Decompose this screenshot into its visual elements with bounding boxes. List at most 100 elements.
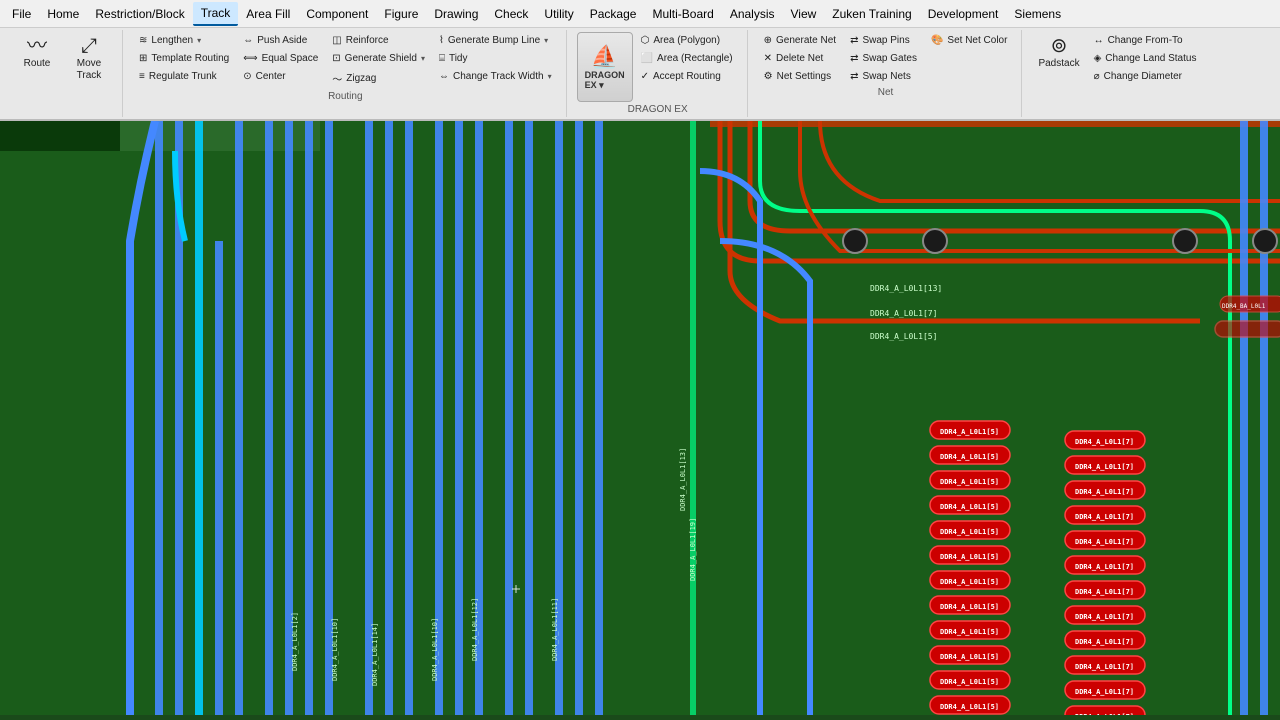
area-polygon-button[interactable]: ⬡ Area (Polygon) xyxy=(635,32,739,49)
ribbon-group-routing: ≋ Lengthen ▾ ⊞ Template Routing ≡ Regula… xyxy=(125,30,567,117)
menubar: File Home Restriction/Block Track Area F… xyxy=(0,0,1280,28)
tidy-button[interactable]: ⌸ Tidy xyxy=(433,50,558,67)
swap-nets-button[interactable]: ⇄ Swap Nets xyxy=(844,68,923,85)
push-aside-button[interactable]: ⇔ Push Aside xyxy=(237,32,324,49)
swap-pins-button[interactable]: ⇄ Swap Pins xyxy=(844,32,923,49)
lengthen-button[interactable]: ≋ Lengthen ▾ xyxy=(133,32,235,49)
push-aside-label: Push Aside xyxy=(257,35,307,46)
dragon-ex-group-label: DRAGON EX xyxy=(628,104,688,115)
generate-bump-line-button[interactable]: ⌇ Generate Bump Line ▾ xyxy=(433,32,558,49)
pcb-canvas[interactable]: DDR4_A_L0L1[5] DDR4_A_L0L1[5] DDR4_A_L0L… xyxy=(0,121,1280,715)
menubar-item-multi-board[interactable]: Multi-Board xyxy=(644,3,721,25)
svg-text:DDR4_A_L0L1[7]: DDR4_A_L0L1[7] xyxy=(1075,463,1134,471)
menubar-item-restriction-block[interactable]: Restriction/Block xyxy=(87,3,192,25)
route-button[interactable]: 〰 Route xyxy=(12,32,62,96)
svg-text:DDR4_A_L0L1[7]: DDR4_A_L0L1[7] xyxy=(1075,688,1134,696)
menubar-item-drawing[interactable]: Drawing xyxy=(426,3,486,25)
route-label: Route xyxy=(24,58,51,70)
template-routing-button[interactable]: ⊞ Template Routing xyxy=(133,50,235,67)
zigzag-icon: 〜 xyxy=(332,71,342,86)
svg-text:DDR4_A_L0L1[5]: DDR4_A_L0L1[5] xyxy=(940,528,999,536)
routing-small-group-4: ⌇ Generate Bump Line ▾ ⌸ Tidy ⇔ Change T… xyxy=(433,32,558,85)
tidy-icon: ⌸ xyxy=(439,53,445,64)
set-net-color-button[interactable]: 🎨 Set Net Color xyxy=(925,32,1013,49)
zigzag-button[interactable]: 〜 Zigzag xyxy=(326,68,431,89)
dragon-icon: ⛵ xyxy=(591,44,618,70)
area-rectangle-label: Area (Rectangle) xyxy=(657,53,733,64)
regulate-trunk-label: Regulate Trunk xyxy=(149,71,217,82)
routing-small-group-2: ⇔ Push Aside ⟺ Equal Space ⊙ Center xyxy=(237,32,324,85)
template-routing-icon: ⊞ xyxy=(139,53,147,64)
set-net-color-icon: 🎨 xyxy=(931,35,943,46)
menubar-item-analysis[interactable]: Analysis xyxy=(722,3,783,25)
swap-gates-button[interactable]: ⇄ Swap Gates xyxy=(844,50,923,67)
svg-text:DDR4_A_L0L1[2]: DDR4_A_L0L1[2] xyxy=(291,612,299,671)
swap-nets-label: Swap Nets xyxy=(862,71,910,82)
svg-text:DDR4_A_L0L1[13]: DDR4_A_L0L1[13] xyxy=(870,284,942,293)
generate-net-button[interactable]: ⊕ Generate Net xyxy=(758,32,842,49)
net-group-label: Net xyxy=(878,87,894,98)
svg-text:DDR4_A_L0L1[5]: DDR4_A_L0L1[5] xyxy=(940,653,999,661)
equal-space-button[interactable]: ⟺ Equal Space xyxy=(237,50,324,67)
tidy-label: Tidy xyxy=(449,53,468,64)
svg-text:DDR4_BA_L0L1: DDR4_BA_L0L1 xyxy=(1222,303,1266,310)
accept-routing-button[interactable]: ✓ Accept Routing xyxy=(635,68,739,85)
menubar-item-home[interactable]: Home xyxy=(39,3,87,25)
change-diameter-button[interactable]: ⌀ Change Diameter xyxy=(1088,68,1203,85)
push-aside-icon: ⇔ xyxy=(243,35,253,46)
area-rectangle-button[interactable]: ⬜ Area (Rectangle) xyxy=(635,50,739,67)
change-from-to-label: Change From-To xyxy=(1108,35,1183,46)
center-icon: ⊙ xyxy=(243,71,251,82)
dragon-ex-button[interactable]: ⛵ DRAGONEX ▾ xyxy=(577,32,633,102)
change-track-width-button[interactable]: ⇔ Change Track Width ▾ xyxy=(433,68,558,85)
delete-net-label: Delete Net xyxy=(776,53,823,64)
svg-text:DDR4_A_L0L1[10]: DDR4_A_L0L1[10] xyxy=(431,618,439,681)
center-button[interactable]: ⊙ Center xyxy=(237,68,324,85)
menubar-item-siemens[interactable]: Siemens xyxy=(1006,3,1069,25)
generate-shield-arrow: ▾ xyxy=(421,54,425,63)
change-track-width-arrow: ▾ xyxy=(548,72,552,81)
menubar-item-view[interactable]: View xyxy=(783,3,825,25)
menubar-item-zuken-training[interactable]: Zuken Training xyxy=(824,3,919,25)
menubar-item-area-fill[interactable]: Area Fill xyxy=(238,3,298,25)
regulate-trunk-icon: ≡ xyxy=(139,71,145,82)
dragon-ex-label: DRAGONEX ▾ xyxy=(585,70,625,91)
svg-text:DDR4_A_L0L1[7]: DDR4_A_L0L1[7] xyxy=(1075,513,1134,521)
reinforce-button[interactable]: ◫ Reinforce xyxy=(326,32,431,49)
net-small-group-2: ⇄ Swap Pins ⇄ Swap Gates ⇄ Swap Nets xyxy=(844,32,923,85)
change-from-to-button[interactable]: ↔ Change From-To xyxy=(1088,32,1203,49)
menubar-item-figure[interactable]: Figure xyxy=(376,3,426,25)
menubar-item-development[interactable]: Development xyxy=(920,3,1007,25)
ribbon-group-dragon-ex: ⛵ DRAGONEX ▾ ⬡ Area (Polygon) ⬜ Area (Re… xyxy=(569,30,748,117)
generate-bump-line-label: Generate Bump Line xyxy=(448,35,540,46)
change-diameter-label: Change Diameter xyxy=(1104,71,1182,82)
menubar-item-file[interactable]: File xyxy=(4,3,39,25)
svg-text:DDR4_A_L0L1[7]: DDR4_A_L0L1[7] xyxy=(1075,438,1134,446)
change-from-to-icon: ↔ xyxy=(1094,35,1104,46)
net-settings-button[interactable]: ⚙ Net Settings xyxy=(758,68,842,85)
menubar-item-package[interactable]: Package xyxy=(582,3,645,25)
delete-net-button[interactable]: ✕ Delete Net xyxy=(758,50,842,67)
generate-shield-button[interactable]: ⊡ Generate Shield ▾ xyxy=(326,50,431,67)
menubar-item-check[interactable]: Check xyxy=(486,3,536,25)
svg-text:DDR4_A_L0L1[5]: DDR4_A_L0L1[5] xyxy=(870,332,937,341)
generate-bump-line-arrow: ▾ xyxy=(544,36,548,45)
regulate-trunk-button[interactable]: ≡ Regulate Trunk xyxy=(133,68,235,85)
route-icon: 〰 xyxy=(27,36,47,56)
menubar-item-component[interactable]: Component xyxy=(298,3,376,25)
padstack-button[interactable]: ⊚ Padstack xyxy=(1032,32,1085,96)
set-net-color-label: Set Net Color xyxy=(947,35,1007,46)
svg-text:DDR4_A_L0L1[7]: DDR4_A_L0L1[7] xyxy=(1075,663,1134,671)
menubar-item-utility[interactable]: Utility xyxy=(536,3,581,25)
svg-text:DDR4_A_L0L1[5]: DDR4_A_L0L1[5] xyxy=(940,678,999,686)
net-settings-icon: ⚙ xyxy=(764,71,773,82)
menubar-item-track[interactable]: Track xyxy=(193,2,239,26)
swap-gates-label: Swap Gates xyxy=(862,53,916,64)
move-track-label: MoveTrack xyxy=(77,58,102,82)
move-track-button[interactable]: ⤢ MoveTrack xyxy=(64,32,114,96)
generate-shield-label: Generate Shield xyxy=(345,53,417,64)
svg-text:DDR4_A_L0L1[7]: DDR4_A_L0L1[7] xyxy=(870,309,937,318)
svg-text:DDR4_A_L0L1[12]: DDR4_A_L0L1[12] xyxy=(471,598,479,661)
change-land-status-button[interactable]: ◈ Change Land Status xyxy=(1088,50,1203,67)
lengthen-icon: ≋ xyxy=(139,35,147,46)
